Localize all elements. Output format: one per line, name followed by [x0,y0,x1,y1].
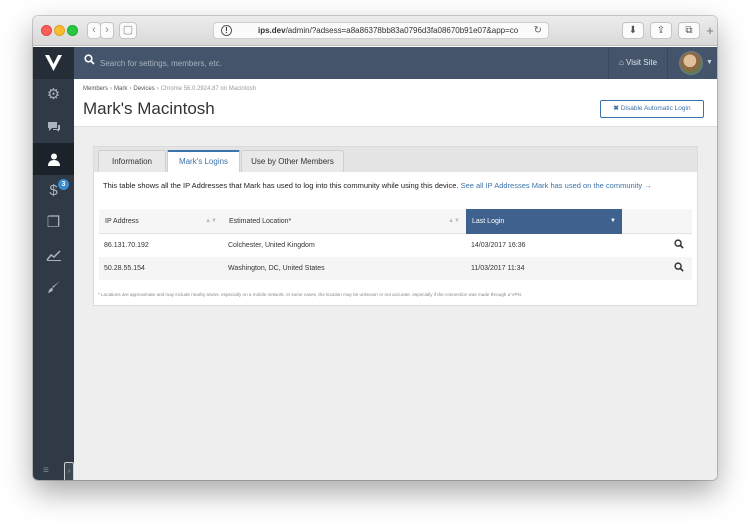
back-button[interactable]: ‹ [87,22,101,39]
chat-icon[interactable] [33,111,74,143]
close-icon: ✖ [613,105,619,112]
close-window-button[interactable] [41,25,52,36]
fullscreen-window-button[interactable] [67,25,78,36]
breadcrumb: Members › Mark › Devices › Chrome 56.0.2924.87… [83,86,257,92]
column-header-ip-address[interactable]: IP Address ▲▼ [99,209,223,234]
breadcrumb-devices[interactable]: Devices [133,86,154,92]
table-row: 50.28.55.154 Washington, DC, United Stat… [99,257,692,280]
visit-site-label: Visit Site [626,58,658,67]
url-text: ips.dev/admin/?adsess=a8a86378bb83a0796d… [258,23,528,38]
commerce-icon[interactable]: $ 3 [33,175,74,207]
column-header-last-login[interactable]: Last Login ▼ [466,209,622,234]
device-panel: Information Mark's Logins Use by Other M… [93,146,698,306]
visit-site-link[interactable]: ⌂ Visit Site [608,47,668,79]
column-label: Estimated Location* [229,218,292,225]
location-cell: Colchester, United Kingdom [228,242,315,249]
see-all-ip-addresses-link[interactable]: See all IP Addresses Mark has used on th… [461,181,652,190]
breadcrumb-mark[interactable]: Mark [114,86,127,92]
tab-information[interactable]: Information [98,150,166,172]
browser-window: ‹ › ▢ ! ips.dev/admin/?adsess=a8a86378bb… [33,16,717,480]
address-bar[interactable]: ! ips.dev/admin/?adsess=a8a86378bb83a079… [213,22,549,39]
settings-icon[interactable]: ⚙ [33,79,74,111]
forward-button[interactable]: › [100,22,114,39]
tabs-icon[interactable]: ⧉ [678,22,700,39]
column-label: Last Login [472,218,505,225]
disable-automatic-login-button[interactable]: ✖ Disable Automatic Login [600,100,704,118]
sort-desc-icon: ▼ [610,218,616,224]
browser-toolbar: ‹ › ▢ ! ips.dev/admin/?adsess=a8a86378bb… [33,16,717,46]
breadcrumb-current: Chrome 56.0.2924.87 on Macintosh [160,86,257,92]
page-header: Members › Mark › Devices › Chrome 56.0.2924.87… [74,79,717,127]
brush-icon[interactable] [33,271,74,303]
notification-badge: 3 [58,179,69,190]
breadcrumb-members[interactable]: Members [83,86,108,92]
sort-icon: ▲▼ [205,218,217,224]
home-icon: ⌂ [618,58,624,67]
sidebar-toggle-icon[interactable]: ▢ [119,22,137,39]
table-row: 86.131.70.192 Colchester, United Kingdom… [99,234,692,257]
sidebar-footer: ≡ › [33,462,74,480]
pages-icon[interactable]: ❐ [33,207,74,239]
main-content: Information Mark's Logins Use by Other M… [74,127,717,480]
url-host: ips.dev [258,26,286,35]
intro-text: This table shows all the IP Addresses th… [103,181,652,190]
table-header: IP Address ▲▼ Estimated Location* ▲▼ Last … [99,209,692,234]
info-icon[interactable]: ! [221,25,232,36]
location-footnote: * Locations are approximate and may incl… [98,292,523,297]
menu-icon[interactable]: ≡ [43,465,49,476]
tab-use-by-other-members[interactable]: Use by Other Members [241,150,344,172]
url-path: /admin/?adsess=a8a86378bb83a0796d3fa0867… [285,26,519,35]
avatar[interactable] [679,51,703,75]
column-header-location[interactable]: Estimated Location* ▲▼ [223,209,466,234]
ip-address-cell: 86.131.70.192 [104,242,149,249]
download-icon[interactable]: ⬇ [622,22,644,39]
ip-address-cell: 50.28.55.154 [104,265,145,272]
search-input[interactable] [100,52,602,74]
new-tab-icon[interactable]: + [703,24,717,38]
ips-logo[interactable] [33,47,74,79]
search-icon [84,54,95,68]
search-icon[interactable] [674,262,684,276]
reload-icon[interactable]: ↻ [534,23,542,38]
admin-topbar: ⌂ Visit Site ▼ [74,47,717,79]
intro-description: This table shows all the IP Addresses th… [103,181,459,190]
disable-automatic-login-label: Disable Automatic Login [620,105,691,112]
page-title: Mark's Macintosh [83,99,215,118]
expand-sidebar-icon[interactable]: › [64,462,74,480]
tab-marks-logins[interactable]: Mark's Logins [167,150,240,172]
sort-icon: ▲▼ [448,218,460,224]
search-icon[interactable] [674,239,684,253]
minimize-window-button[interactable] [54,25,65,36]
admin-sidebar: ⚙ $ 3 ❐ ≡ › [33,47,74,480]
stats-icon[interactable] [33,239,74,271]
members-icon[interactable] [33,143,74,175]
tab-bar: Information Mark's Logins Use by Other M… [94,147,697,172]
column-label: IP Address [105,218,139,225]
share-icon[interactable]: ⇪ [650,22,672,39]
location-cell: Washington, DC, United States [228,265,325,272]
chevron-down-icon[interactable]: ▼ [706,59,713,66]
last-login-cell: 11/03/2017 11:34 [471,265,525,272]
last-login-cell: 14/03/2017 16:36 [471,242,526,249]
